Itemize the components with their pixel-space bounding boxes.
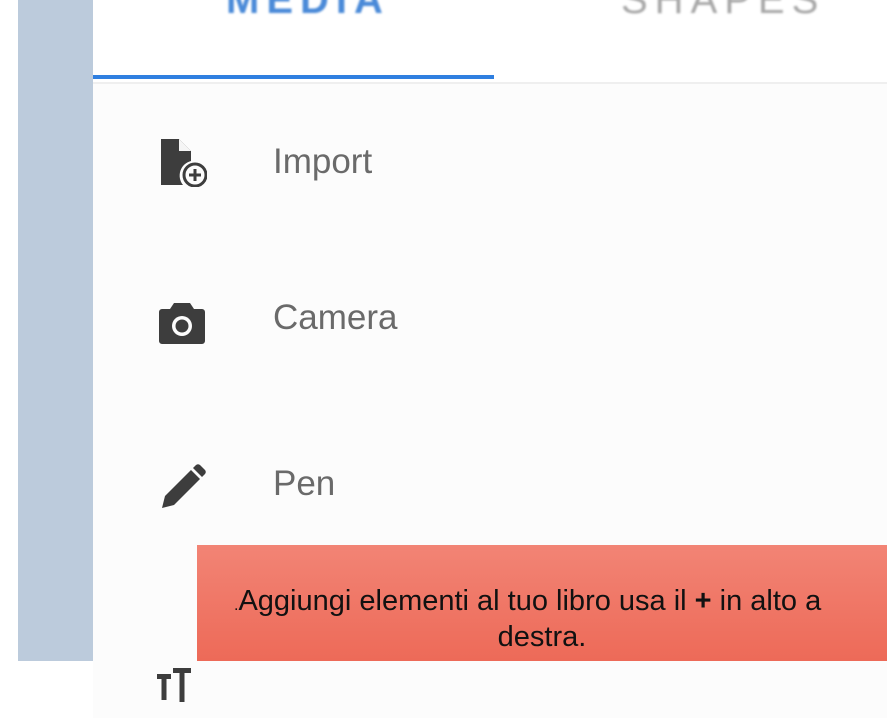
plus-symbol: + — [694, 585, 712, 617]
pen-icon — [157, 463, 207, 513]
tab-media[interactable]: MEDIA — [226, 0, 390, 28]
menu-item-camera[interactable]: Camera — [93, 242, 887, 402]
banner-line-1: .Aggiungi elementi al tuo libro usa il +… — [234, 583, 821, 624]
tab-shapes[interactable]: SHAPES — [621, 0, 825, 28]
banner-text-after: in alto a — [711, 585, 822, 617]
active-tab-indicator — [93, 75, 494, 79]
side-rail — [18, 0, 93, 661]
menu-item-import[interactable]: Import — [93, 84, 887, 244]
import-file-icon — [157, 137, 208, 188]
banner-line-2: destra. — [497, 621, 587, 653]
camera-icon — [157, 298, 207, 348]
left-margin — [0, 0, 18, 661]
menu-item-label: Camera — [273, 298, 398, 337]
tab-bar: MEDIA SHAPES — [93, 0, 887, 84]
instruction-banner: .Aggiungi elementi al tuo libro usa il +… — [197, 545, 887, 661]
menu-item-label: Import — [273, 142, 373, 181]
banner-text-before: Aggiungi elementi al tuo libro usa il — [238, 585, 695, 617]
menu-item-label: Pen — [273, 464, 336, 503]
menu-item-pen[interactable]: Pen — [93, 400, 887, 560]
text-icon — [157, 668, 191, 702]
